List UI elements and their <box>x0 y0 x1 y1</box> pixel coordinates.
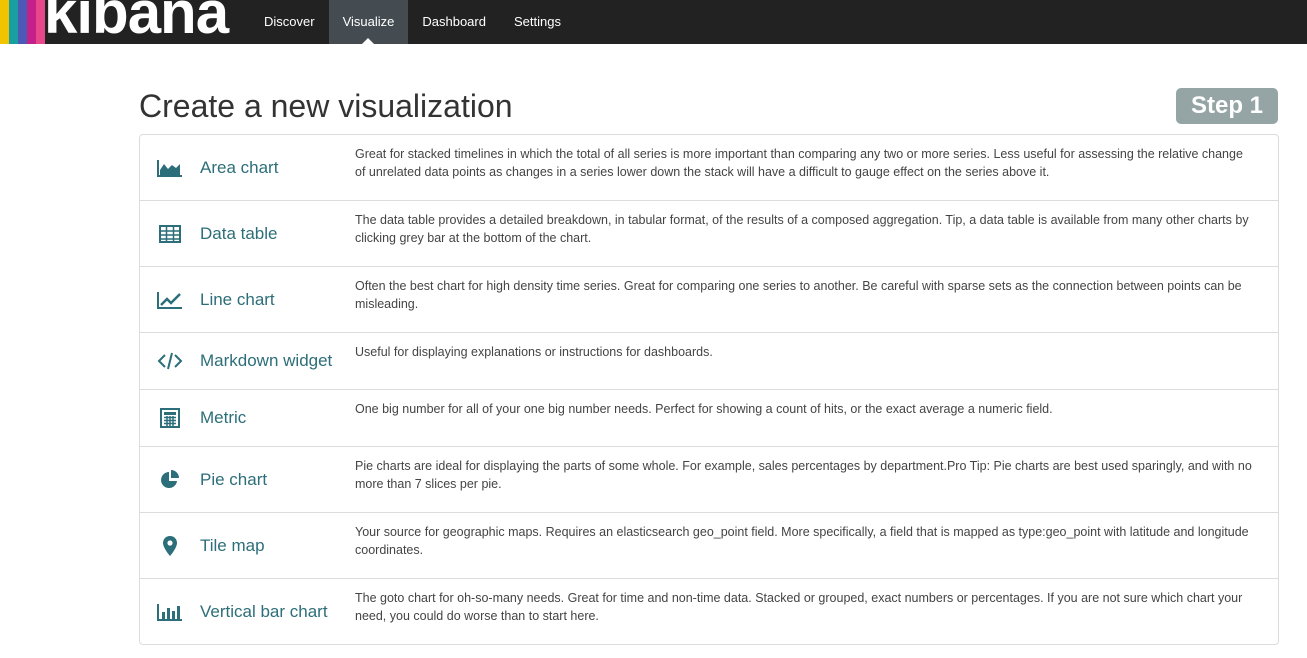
vis-item-label[interactable]: Data table <box>200 224 278 244</box>
vis-item-area-chart[interactable]: Area chart Great for stacked timelines i… <box>140 135 1278 200</box>
line-chart-icon <box>156 290 184 310</box>
vis-item-label[interactable]: Pie chart <box>200 470 267 490</box>
vis-item-label[interactable]: Line chart <box>200 290 275 310</box>
table-icon <box>156 224 184 244</box>
vis-item-name: Tile map <box>140 513 340 578</box>
kibana-logo[interactable]: kibana <box>0 0 250 44</box>
vis-item-name: Vertical bar chart <box>140 579 340 644</box>
vis-item-description: The data table provides a detailed break… <box>355 213 1249 245</box>
vis-item-description: The goto chart for oh-so-many needs. Gre… <box>355 591 1243 623</box>
logo-stripes <box>0 0 45 44</box>
vis-item-metric[interactable]: Metric One big number for all of your on… <box>140 389 1278 446</box>
vis-item-label[interactable]: Vertical bar chart <box>200 602 328 622</box>
page-title: Create a new visualization <box>139 88 513 124</box>
code-icon <box>156 351 184 371</box>
tab-dashboard[interactable]: Dashboard <box>408 0 500 44</box>
vis-item-vertical-bar-chart[interactable]: Vertical bar chart The goto chart for oh… <box>140 578 1278 644</box>
logo-wordmark: kibana <box>44 0 229 44</box>
vis-item-tile-map[interactable]: Tile map Your source for geographic maps… <box>140 512 1278 578</box>
vis-item-name: Pie chart <box>140 447 340 512</box>
vis-item-pie-chart[interactable]: Pie chart Pie charts are ideal for displ… <box>140 446 1278 512</box>
vis-item-name: Markdown widget <box>140 333 340 389</box>
vis-item-description: Useful for displaying explanations or in… <box>355 345 713 359</box>
bar-chart-icon <box>156 602 184 622</box>
tab-settings[interactable]: Settings <box>500 0 575 44</box>
vis-item-description: Pie charts are ideal for displaying the … <box>355 459 1252 491</box>
vis-item-description: One big number for all of your one big n… <box>355 402 1053 416</box>
pie-chart-icon <box>156 469 184 490</box>
vis-item-line-chart[interactable]: Line chart Often the best chart for high… <box>140 266 1278 332</box>
tab-discover[interactable]: Discover <box>250 0 329 44</box>
page-header: Create a new visualization Step 1 <box>139 44 1279 134</box>
calculator-icon <box>156 408 184 428</box>
vis-item-description: Your source for geographic maps. Require… <box>355 525 1249 557</box>
map-marker-icon <box>156 535 184 556</box>
area-chart-icon <box>156 158 184 178</box>
main-content: Create a new visualization Step 1 Area c… <box>139 44 1279 645</box>
tab-visualize[interactable]: Visualize <box>328 0 409 44</box>
step-badge: Step 1 <box>1175 88 1278 124</box>
vis-item-label[interactable]: Tile map <box>200 536 265 556</box>
vis-item-name: Data table <box>140 201 340 266</box>
top-navbar: kibana Discover Visualize Dashboard Sett… <box>0 0 1307 44</box>
vis-item-label[interactable]: Markdown widget <box>200 351 332 371</box>
vis-item-name: Metric <box>140 390 340 446</box>
vis-item-data-table[interactable]: Data table The data table provides a det… <box>140 200 1278 266</box>
vis-item-label[interactable]: Area chart <box>200 158 278 178</box>
vis-item-markdown-widget[interactable]: Markdown widget Useful for displaying ex… <box>140 332 1278 389</box>
vis-item-description: Often the best chart for high density ti… <box>355 279 1242 311</box>
vis-item-name: Line chart <box>140 267 340 332</box>
vis-item-description: Great for stacked timelines in which the… <box>355 147 1243 179</box>
nav-tabs: Discover Visualize Dashboard Settings <box>250 0 575 44</box>
visualization-type-list: Area chart Great for stacked timelines i… <box>139 134 1279 645</box>
vis-item-name: Area chart <box>140 135 340 200</box>
vis-item-label[interactable]: Metric <box>200 408 246 428</box>
